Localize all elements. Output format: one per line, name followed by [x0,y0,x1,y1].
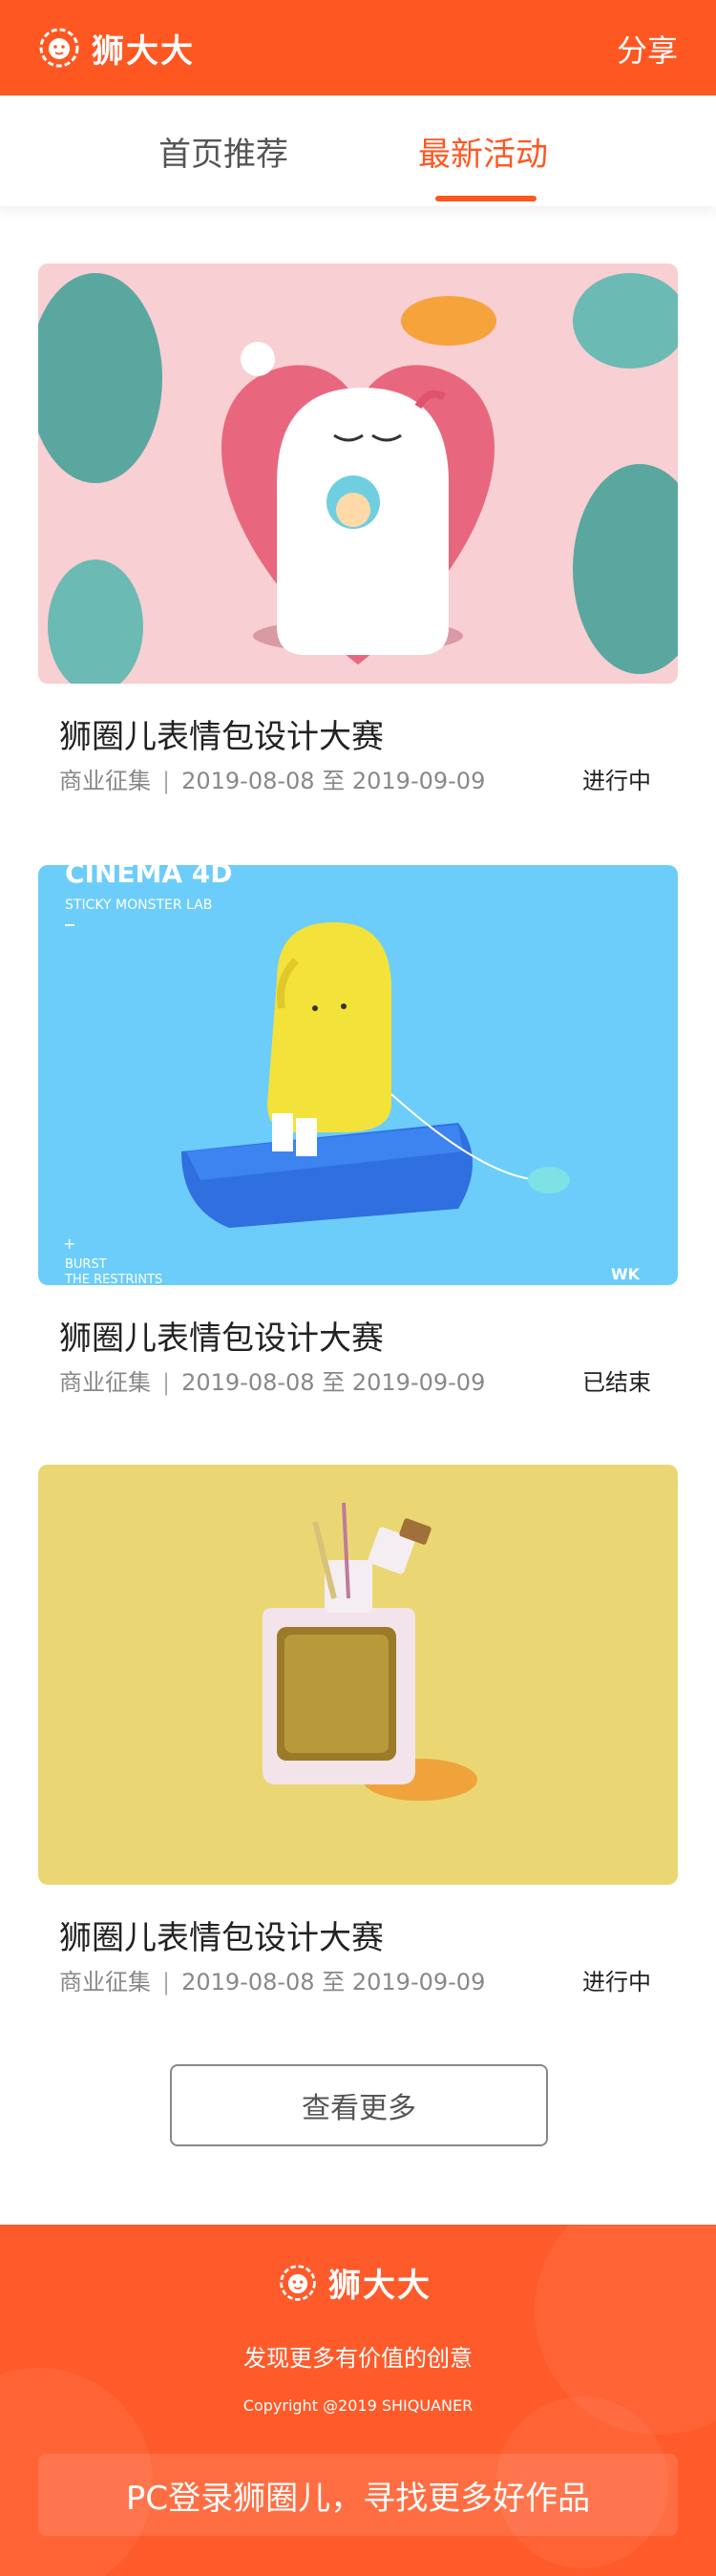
separator: | [162,1369,171,1396]
footer-brand-name: 狮大大 [328,2267,432,2305]
date-to: 至 [322,1969,346,1995]
date-to: 至 [322,1369,346,1396]
date-to: 至 [322,768,346,794]
activity-image [38,264,678,684]
tv-paint-illustration [38,1465,678,1885]
activity-card[interactable]: 狮圈儿表情包设计大赛 商业征集 | 2019-08-08 至 2019-09-09 … [38,264,678,794]
activity-meta: 商业征集 | 2019-08-08 至 2019-09-09 [59,762,485,795]
share-button[interactable]: 分享 [617,27,678,71]
footer-copyright: Copyright @2019 SHIQUANER [242,2397,474,2415]
activity-category: 商业征集 [59,768,151,794]
image-corner-mark: WK [611,1265,641,1283]
image-restrints: THE RESTRINTS [64,1273,162,1285]
activity-card[interactable]: 狮圈儿表情包设计大赛 商业征集 | 2019-08-08 至 2019-09-09 … [38,1465,678,1995]
image-heading: CINEMA 4D [65,865,233,889]
separator: | [162,1969,171,1995]
end-date: 2019-09-09 [351,1969,486,1995]
monster-heart-illustration [38,264,678,684]
activity-category: 商业征集 [59,1369,151,1396]
load-more-button[interactable]: 查看更多 [170,2064,548,2146]
image-burst: BURST [65,1257,107,1272]
start-date: 2019-08-08 [181,768,315,794]
active-tab-indicator [435,196,537,201]
footer-slogan: 发现更多有价值的创意 [243,2345,473,2372]
activity-image [38,1465,678,1885]
start-date: 2019-08-08 [181,1969,315,1995]
tab-home-recommend[interactable]: 首页推荐 [158,128,288,175]
image-subheading: STICKY MONSTER LAB [65,897,212,913]
lion-logo-icon [280,2264,316,2301]
end-date: 2019-09-09 [351,768,486,794]
start-date: 2019-08-08 [181,1369,315,1396]
activity-title: 狮圈儿表情包设计大赛 [59,1320,384,1358]
activity-meta: 商业征集 | 2019-08-08 至 2019-09-09 [59,1363,485,1397]
footer: 狮大大 发现更多有价值的创意 Copyright @2019 SHIQUANER… [0,2225,716,2576]
pc-login-button[interactable]: PC登录狮圈儿，寻找更多好作品 [38,2454,678,2536]
status-badge: 进行中 [582,768,651,794]
activity-image: CINEMA 4D STICKY MONSTER LAB + BURST THE… [38,865,678,1285]
top-bar: 狮大大 分享 [0,0,716,95]
activity-title: 狮圈儿表情包设计大赛 [59,718,384,756]
brand-logo[interactable]: 狮大大 [36,23,195,73]
lion-logo-icon [39,28,79,68]
status-badge: 进行中 [582,1969,651,1995]
brand-name: 狮大大 [92,32,195,71]
image-plus: + [63,1235,75,1253]
status-badge: 已结束 [582,1369,651,1396]
separator: | [162,768,171,794]
tab-latest-activities[interactable]: 最新活动 [418,128,548,175]
activity-title: 狮圈儿表情包设计大赛 [59,1919,384,1957]
cinema4d-monster-illustration: CINEMA 4D STICKY MONSTER LAB + BURST THE… [38,865,678,1285]
footer-logo: 狮大大 [277,2259,432,2306]
activity-category: 商业征集 [59,1969,151,1995]
activity-meta: 商业征集 | 2019-08-08 至 2019-09-09 [59,1963,485,1996]
activity-card[interactable]: CINEMA 4D STICKY MONSTER LAB + BURST THE… [38,865,678,1396]
tab-bar: 首页推荐 最新活动 [0,95,716,206]
end-date: 2019-09-09 [351,1369,486,1396]
